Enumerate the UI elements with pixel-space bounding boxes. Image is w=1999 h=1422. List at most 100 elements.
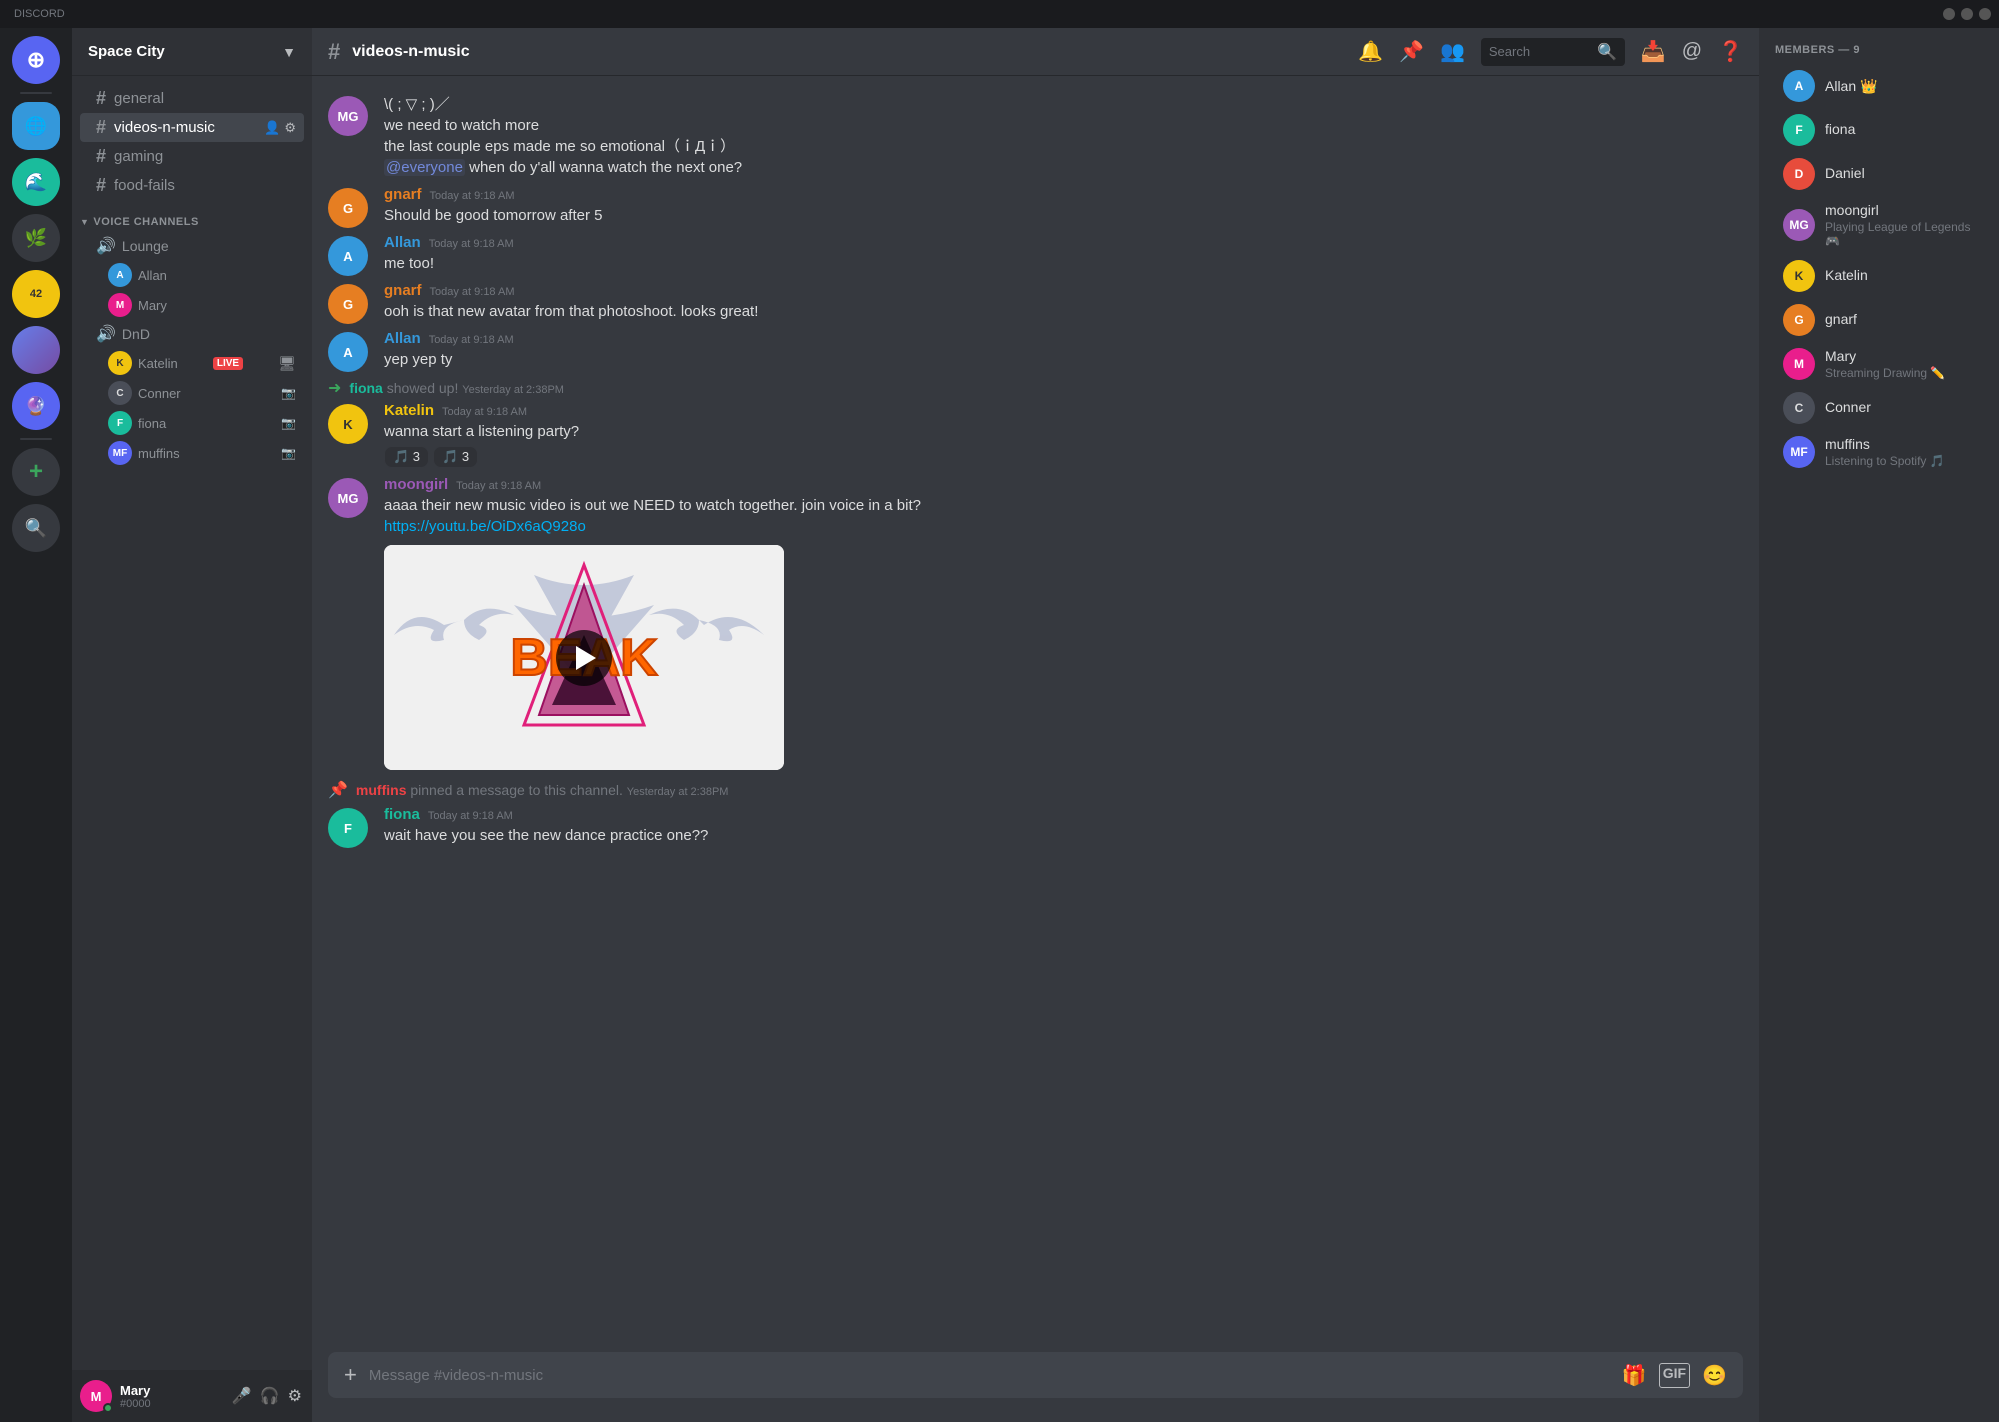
server-icon-teal[interactable]: 🌊 [12, 158, 60, 206]
video-link[interactable]: https://youtu.be/OiDx6aQ928o [384, 518, 586, 535]
channel-hash-icon-food: # [96, 175, 106, 196]
voice-user-avatar-mary: M [108, 293, 132, 317]
server-icon-green[interactable]: 🌿 [12, 214, 60, 262]
reaction-1[interactable]: 🎵 3 [384, 446, 429, 468]
search-input[interactable] [1489, 44, 1591, 59]
message-author-allan-2[interactable]: Allan [384, 330, 421, 347]
message-content-allan-2: Allan Today at 9:18 AM yep yep ty [384, 330, 1743, 370]
member-item-allan[interactable]: A Allan 👑 [1767, 64, 1991, 108]
avatar-moongirl-1: MG [328, 96, 368, 136]
voice-user-conner[interactable]: C Conner 📷 [80, 378, 304, 408]
channel-name-general: general [114, 90, 164, 107]
voice-user-avatar-conner: C [108, 381, 132, 405]
message-input[interactable] [369, 1355, 1610, 1396]
voice-channel-lounge[interactable]: 🔊 Lounge [80, 232, 304, 260]
member-status-muffins: Listening to Spotify 🎵 [1825, 454, 1945, 468]
add-server-button[interactable]: + [12, 448, 60, 496]
channel-header: # videos-n-music 🔔 📌 👥 🔍 📥 @ ❓ [312, 28, 1759, 76]
mention-icon[interactable]: @ [1682, 40, 1702, 63]
gif-icon[interactable]: GIF [1659, 1363, 1690, 1388]
voice-user-muffins[interactable]: MF muffins 📷 [80, 438, 304, 468]
speaker-icon: 🔊 [96, 236, 116, 256]
member-avatar-daniel: D [1783, 158, 1815, 190]
server-icon-purple[interactable]: 🔮 [12, 382, 60, 430]
server-icon-planet[interactable]: 🌐 [12, 102, 60, 150]
emoji-icon[interactable]: 😊 [1702, 1363, 1727, 1388]
voice-user-katelin[interactable]: K Katelin LIVE 🖥 [80, 348, 304, 378]
inbox-icon[interactable]: 📥 [1641, 39, 1666, 64]
message-content-katelin: Katelin Today at 9:18 AM wanna start a l… [384, 402, 1743, 468]
add-member-icon[interactable]: 👤 [264, 120, 280, 136]
channel-item-food-fails[interactable]: # food-fails [80, 171, 304, 200]
channel-item-general[interactable]: # general [80, 84, 304, 113]
server-header[interactable]: Space City ▼ [72, 28, 312, 76]
voice-user-avatar-muffins: MF [108, 441, 132, 465]
channel-header-hash: # [328, 39, 340, 65]
voice-user-fiona[interactable]: F fiona 📷 [80, 408, 304, 438]
attach-file-button[interactable]: + [344, 1352, 357, 1398]
member-item-moongirl[interactable]: MG moongirl Playing League of Legends 🎮 [1767, 196, 1991, 254]
close-btn[interactable] [1979, 8, 1991, 20]
channel-item-gaming[interactable]: # gaming [80, 142, 304, 171]
server-icon-yellow[interactable]: 42 [12, 270, 60, 318]
camera-icon-conner: 📷 [281, 386, 296, 400]
mute-microphone-icon[interactable]: 🎤 [230, 1384, 254, 1408]
member-item-daniel[interactable]: D Daniel [1767, 152, 1991, 196]
play-button[interactable] [556, 630, 612, 686]
message-timestamp-fiona: Today at 9:18 AM [428, 810, 513, 822]
voice-section-header[interactable]: ▼ VOICE CHANNELS [72, 200, 312, 232]
message-group-katelin: K Katelin Today at 9:18 AM wanna start a… [312, 400, 1759, 470]
app-name: DISCORD [14, 8, 65, 20]
message-author-gnarf-2[interactable]: gnarf [384, 282, 422, 299]
message-timestamp-moongirl: Today at 9:18 AM [456, 480, 541, 492]
gift-icon[interactable]: 🎁 [1622, 1363, 1647, 1388]
maximize-btn[interactable] [1961, 8, 1973, 20]
member-item-fiona[interactable]: F fiona [1767, 108, 1991, 152]
member-item-muffins[interactable]: MF muffins Listening to Spotify 🎵 [1767, 430, 1991, 474]
crown-icon-allan: 👑 [1860, 78, 1877, 95]
message-author-allan-1[interactable]: Allan [384, 234, 421, 251]
server-icon-gradient[interactable] [12, 326, 60, 374]
voice-user-avatar-fiona: F [108, 411, 132, 435]
user-settings-icon[interactable]: ⚙ [286, 1384, 304, 1408]
deafen-headset-icon[interactable]: 🎧 [258, 1384, 282, 1408]
message-header-allan-2: Allan Today at 9:18 AM [384, 330, 1743, 347]
pin-username[interactable]: muffins [356, 782, 407, 798]
video-thumbnail: BEAK [384, 545, 784, 770]
member-item-gnarf[interactable]: G gnarf [1767, 298, 1991, 342]
message-input-wrapper: + 🎁 GIF 😊 [328, 1352, 1743, 1398]
voice-user-mary[interactable]: M Mary [80, 290, 304, 320]
discover-servers-button[interactable]: 🔍 [12, 504, 60, 552]
member-name-katelin: Katelin [1825, 267, 1868, 283]
settings-icon[interactable]: ⚙ [284, 120, 296, 136]
user-info: Mary #0000 [120, 1383, 222, 1410]
members-icon[interactable]: 👥 [1440, 39, 1465, 64]
channel-hash-icon-active: # [96, 117, 106, 138]
channel-item-videos-n-music[interactable]: # videos-n-music 👤 ⚙ [80, 113, 304, 142]
message-text-moongirl: aaaa their new music video is out we NEE… [384, 495, 1743, 516]
voice-channel-dnd[interactable]: 🔊 DnD [80, 320, 304, 348]
message-author-fiona[interactable]: fiona [384, 806, 420, 823]
pin-icon[interactable]: 📌 [1399, 39, 1424, 64]
message-group-moongirl: MG moongirl Today at 9:18 AM aaaa their … [312, 474, 1759, 772]
message-author-katelin[interactable]: Katelin [384, 402, 434, 419]
search-bar[interactable]: 🔍 [1481, 38, 1625, 66]
member-item-mary[interactable]: M Mary Streaming Drawing ✏️ [1767, 342, 1991, 386]
server-sidebar: ⊕ 🌐 🌊 🌿 42 🔮 + 🔍 [0, 28, 72, 1422]
user-avatar-container: M [80, 1380, 112, 1412]
member-info-gnarf: gnarf [1825, 311, 1857, 329]
minimize-btn[interactable] [1943, 8, 1955, 20]
member-item-katelin[interactable]: K Katelin [1767, 254, 1991, 298]
member-item-conner[interactable]: C Conner [1767, 386, 1991, 430]
message-author-moongirl[interactable]: moongirl [384, 476, 448, 493]
help-icon[interactable]: ❓ [1718, 39, 1743, 64]
member-avatar-muffins: MF [1783, 436, 1815, 468]
message-timestamp-gnarf-1: Today at 9:18 AM [430, 190, 515, 202]
discord-home-button[interactable]: ⊕ [12, 36, 60, 84]
notification-bell-icon[interactable]: 🔔 [1358, 39, 1383, 64]
reaction-2[interactable]: 🎵 3 [433, 446, 478, 468]
video-embed[interactable]: BEAK [384, 545, 784, 770]
voice-user-allan[interactable]: A Allan [80, 260, 304, 290]
message-author-gnarf-1[interactable]: gnarf [384, 186, 422, 203]
voice-user-name-fiona: fiona [138, 416, 166, 431]
